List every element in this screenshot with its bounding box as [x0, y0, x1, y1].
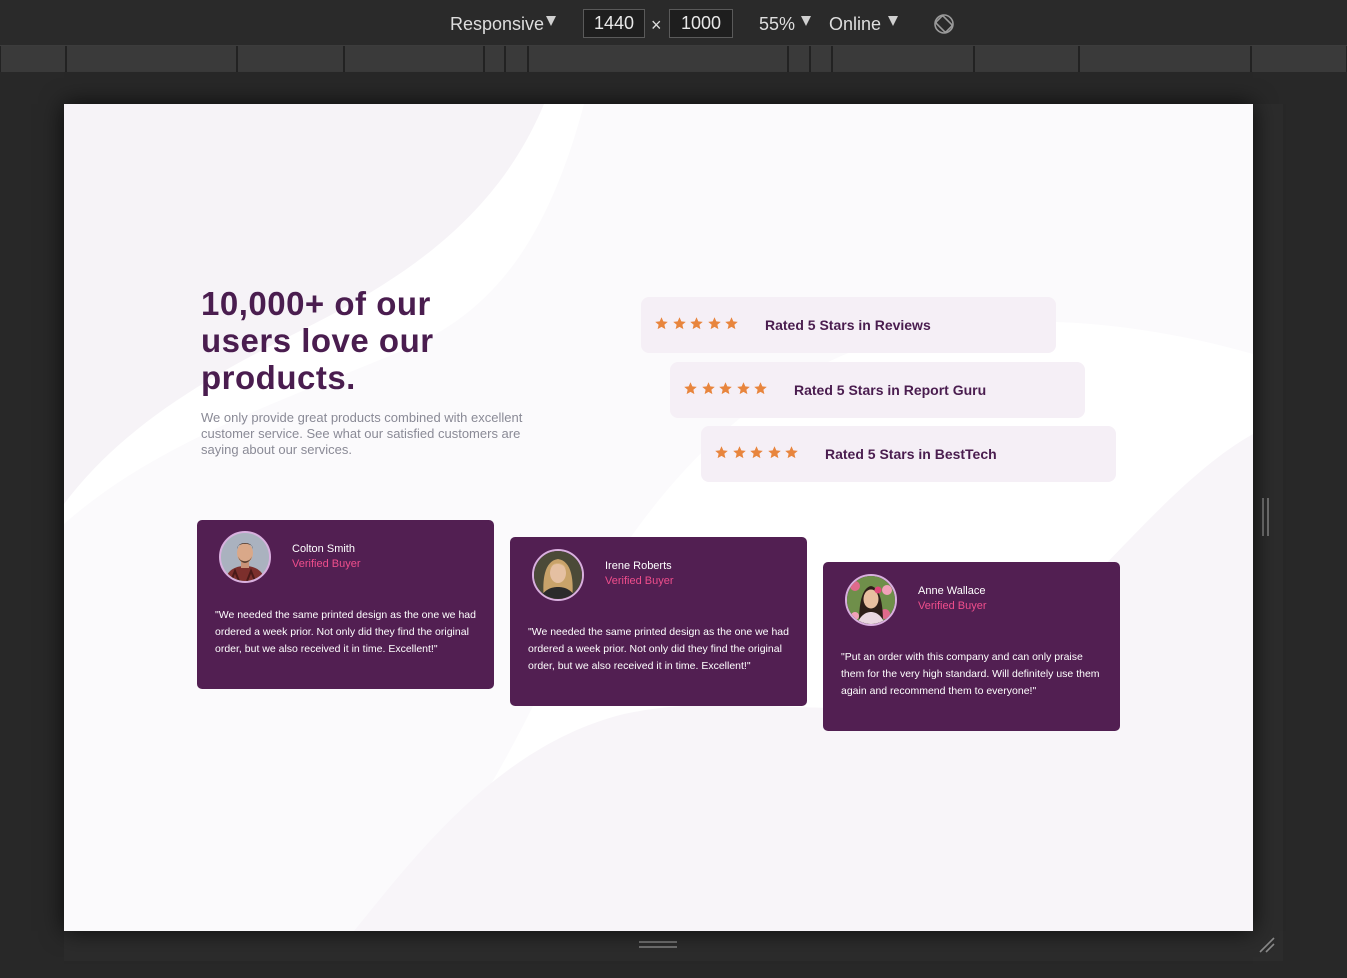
testimonial-author: Anne Wallace: [918, 585, 986, 597]
media-query-segment[interactable]: [810, 46, 832, 72]
verified-buyer-badge: Verified Buyer: [292, 558, 361, 570]
network-throttle-dropdown[interactable]: Online: [829, 12, 881, 36]
rating-label: Rated 5 Stars in BestTech: [825, 446, 997, 462]
star-icon: [701, 382, 715, 395]
star-icon: [736, 382, 750, 395]
page-subtext: We only provide great products combined …: [201, 410, 523, 457]
media-query-segment[interactable]: [237, 46, 344, 72]
media-query-segment[interactable]: [974, 46, 1079, 72]
star-icon: [707, 317, 721, 330]
rating-label: Rated 5 Stars in Report Guru: [794, 382, 987, 398]
media-query-segment[interactable]: [484, 46, 505, 72]
height-resize-handle[interactable]: [639, 941, 677, 949]
device-mode-caret-icon[interactable]: [546, 16, 556, 26]
avatar-woman-flowers-icon: [847, 576, 895, 624]
star-icon: [719, 382, 732, 395]
media-query-segment[interactable]: [0, 46, 66, 72]
rating-card-reviews: Rated 5 Stars in Reviews: [641, 297, 1056, 353]
testimonial-card-anne: Anne Wallace Verified Buyer "Put an orde…: [823, 562, 1120, 731]
star-icon: [767, 446, 781, 459]
verified-buyer-badge: Verified Buyer: [918, 600, 987, 612]
star-icon: [684, 382, 697, 395]
star-icon: [672, 317, 686, 330]
network-caret-icon[interactable]: [888, 16, 898, 26]
avatar: [532, 549, 584, 601]
media-query-segment[interactable]: [788, 46, 810, 72]
verified-buyer-badge: Verified Buyer: [605, 575, 674, 587]
viewport-width-input[interactable]: [583, 9, 645, 38]
rating-card-report-guru: Rated 5 Stars in Report Guru: [670, 362, 1085, 418]
star-icon: [725, 317, 738, 330]
avatar-woman-icon: [534, 551, 582, 599]
dimension-separator: ×: [651, 15, 662, 35]
device-mode-dropdown[interactable]: Responsive: [450, 12, 544, 36]
rating-label: Rated 5 Stars in Reviews: [765, 317, 931, 333]
media-query-bar: [0, 46, 1347, 72]
rating-card-besttech: Rated 5 Stars in BestTech: [701, 426, 1116, 482]
media-query-segment[interactable]: [344, 46, 484, 72]
media-query-segment[interactable]: [505, 46, 528, 72]
testimonial-author: Irene Roberts: [605, 560, 672, 572]
star-icon: [715, 446, 728, 459]
devtools-device-toolbar: Responsive × 55% Online: [0, 0, 1347, 46]
emulated-viewport: 10,000+ of our users love our products. …: [64, 104, 1253, 931]
testimonial-quote: "We needed the same printed design as th…: [528, 626, 789, 672]
corner-resize-grip-icon[interactable]: [1256, 934, 1276, 954]
zoom-dropdown[interactable]: 55%: [759, 12, 795, 36]
star-icon: [655, 317, 668, 330]
zoom-caret-icon[interactable]: [801, 16, 811, 26]
rotate-icon[interactable]: [933, 13, 955, 35]
media-query-segment[interactable]: [1079, 46, 1251, 72]
testimonial-card-irene: Irene Roberts Verified Buyer "We needed …: [510, 537, 807, 706]
background-pattern: [64, 104, 1253, 931]
media-query-segment[interactable]: [528, 46, 788, 72]
testimonial-card-colton: Colton Smith Verified Buyer "We needed t…: [197, 520, 494, 689]
media-query-segment[interactable]: [1251, 46, 1347, 72]
media-query-segment[interactable]: [832, 46, 974, 72]
avatar: [845, 574, 897, 626]
avatar-man-icon: [221, 533, 269, 581]
testimonial-quote: "We needed the same printed design as th…: [215, 609, 476, 655]
testimonial-quote: "Put an order with this company and can …: [841, 651, 1100, 697]
width-resize-handle[interactable]: [1262, 498, 1270, 536]
page-headline: 10,000+ of our users love our products.: [201, 285, 434, 396]
star-icon: [732, 446, 746, 459]
avatar: [219, 531, 271, 583]
star-icon: [750, 446, 763, 459]
testimonial-author: Colton Smith: [292, 543, 355, 555]
star-icon: [754, 382, 767, 395]
media-query-segment[interactable]: [66, 46, 237, 72]
star-icon: [690, 317, 703, 330]
viewport-height-input[interactable]: [669, 9, 733, 38]
star-icon: [785, 446, 798, 459]
